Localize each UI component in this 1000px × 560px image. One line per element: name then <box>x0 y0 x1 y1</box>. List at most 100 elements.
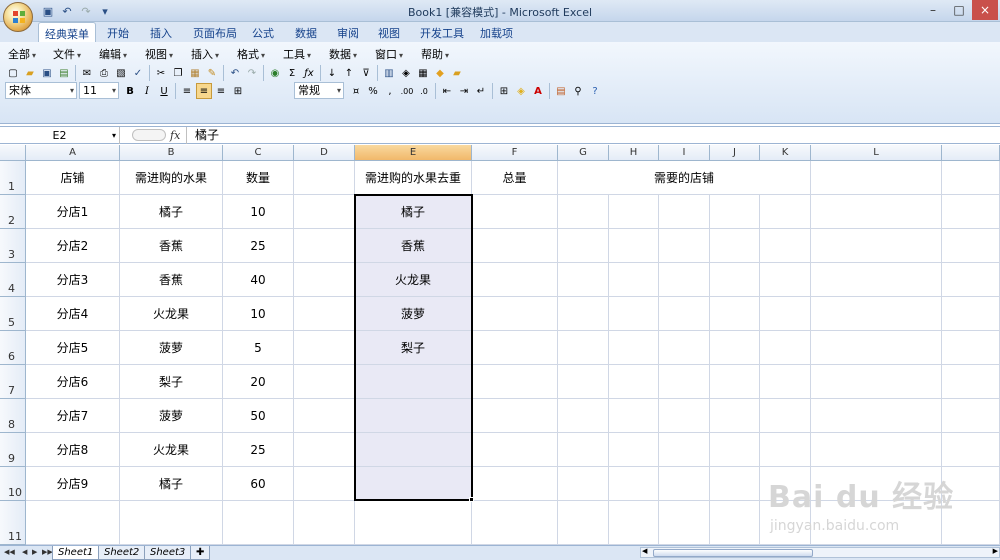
underline-icon[interactable]: U <box>156 83 172 99</box>
cell-e7[interactable] <box>355 365 472 399</box>
column-header-a[interactable]: A <box>26 145 120 161</box>
cell-c1[interactable]: 数量 <box>223 161 294 195</box>
menu-all[interactable]: 全部 ▾ <box>8 46 36 62</box>
tab-classic-menu[interactable]: 经典菜单 <box>38 22 96 43</box>
cell-d8[interactable] <box>294 399 355 433</box>
close-button[interactable]: × <box>972 0 998 20</box>
row-header-10[interactable]: 10 <box>0 467 26 501</box>
cell-a4[interactable]: 分店3 <box>26 263 120 297</box>
cell-b9[interactable]: 火龙果 <box>120 433 223 467</box>
row-header-3[interactable]: 3 <box>0 229 26 263</box>
cell-gk2[interactable] <box>558 195 811 229</box>
sheet-tab-1[interactable]: Sheet1 <box>52 546 100 560</box>
cell-c2[interactable]: 10 <box>223 195 294 229</box>
column-header-h[interactable]: H <box>609 145 659 161</box>
cell-l7[interactable] <box>811 365 942 399</box>
column-header-l[interactable]: L <box>811 145 942 161</box>
row-header-5[interactable]: 5 <box>0 297 26 331</box>
save-icon[interactable]: ▣ <box>39 65 55 81</box>
merge-center-icon[interactable]: ⊞ <box>230 83 246 99</box>
cell-f9[interactable] <box>472 433 558 467</box>
scroll-right-icon[interactable]: ▶ <box>993 547 998 555</box>
fill-handle[interactable] <box>469 497 474 502</box>
cell-d11[interactable] <box>294 501 355 545</box>
scroll-thumb[interactable] <box>653 549 813 557</box>
cell-f3[interactable] <box>472 229 558 263</box>
cell-gk8[interactable] <box>558 399 811 433</box>
increase-indent-icon[interactable]: ⇥ <box>456 83 472 99</box>
comma-icon[interactable]: , <box>382 83 398 99</box>
cell-m1[interactable] <box>942 161 1000 195</box>
cell-e8[interactable] <box>355 399 472 433</box>
row-header-9[interactable]: 9 <box>0 433 26 467</box>
redo-icon[interactable]: ↷ <box>244 65 260 81</box>
paste-icon[interactable]: ▦ <box>187 65 203 81</box>
borders-icon[interactable]: ⊞ <box>496 83 512 99</box>
maximize-button[interactable]: □ <box>946 0 972 20</box>
spelling-icon[interactable]: ✓ <box>130 65 146 81</box>
cell-m6[interactable] <box>942 331 1000 365</box>
cell-m2[interactable] <box>942 195 1000 229</box>
cell-a2[interactable]: 分店1 <box>26 195 120 229</box>
font-color-icon[interactable]: A <box>530 83 546 99</box>
function-icon[interactable]: ƒx <box>301 65 317 81</box>
cell-e4[interactable]: 火龙果 <box>355 263 472 297</box>
cell-a6[interactable]: 分店5 <box>26 331 120 365</box>
row-header-7[interactable]: 7 <box>0 365 26 399</box>
cell-e9[interactable] <box>355 433 472 467</box>
cell-a11[interactable] <box>26 501 120 545</box>
cell-c11[interactable] <box>223 501 294 545</box>
help-icon[interactable]: ? <box>587 83 603 99</box>
cell-d10[interactable] <box>294 467 355 501</box>
cell-c10[interactable]: 60 <box>223 467 294 501</box>
prev-sheet-icon[interactable]: ◀ <box>22 548 27 556</box>
highlight-icon[interactable]: ◆ <box>432 65 448 81</box>
cell-f7[interactable] <box>472 365 558 399</box>
tab-review[interactable]: 审阅 <box>337 25 359 41</box>
cell-e10[interactable] <box>355 467 472 501</box>
cell-b1[interactable]: 需进购的水果 <box>120 161 223 195</box>
formula-toggle[interactable] <box>132 129 166 141</box>
cell-e11[interactable] <box>355 501 472 545</box>
column-header-k[interactable]: K <box>760 145 811 161</box>
column-header-e[interactable]: E <box>355 145 472 161</box>
cell-f1[interactable]: 总量 <box>472 161 558 195</box>
increase-decimal-icon[interactable]: .00 <box>399 83 415 99</box>
cell-f11[interactable] <box>472 501 558 545</box>
bold-icon[interactable]: B <box>122 83 138 99</box>
menu-data[interactable]: 数据 ▾ <box>329 46 357 62</box>
cell-d2[interactable] <box>294 195 355 229</box>
select-all-corner[interactable] <box>0 145 26 161</box>
align-center-icon[interactable]: ≡ <box>196 83 212 99</box>
column-header-f[interactable]: F <box>472 145 558 161</box>
menu-window[interactable]: 窗口 ▾ <box>375 46 403 62</box>
number-format-select[interactable]: 常规 ▾ <box>294 82 344 99</box>
row-header-6[interactable]: 6 <box>0 331 26 365</box>
cell-b6[interactable]: 菠萝 <box>120 331 223 365</box>
zoom-icon[interactable]: ⚲ <box>570 83 586 99</box>
format-painter-icon[interactable]: ✎ <box>204 65 220 81</box>
cell-a9[interactable]: 分店8 <box>26 433 120 467</box>
sheet-tab-3[interactable]: Sheet3 <box>144 546 192 560</box>
cell-a3[interactable]: 分店2 <box>26 229 120 263</box>
cell-l4[interactable] <box>811 263 942 297</box>
cell-e1[interactable]: 需进购的水果去重 <box>355 161 472 195</box>
cell-a8[interactable]: 分店7 <box>26 399 120 433</box>
cell-c5[interactable]: 10 <box>223 297 294 331</box>
cell-gk9[interactable] <box>558 433 811 467</box>
row-header-1[interactable]: 1 <box>0 161 26 195</box>
permission-icon[interactable]: ▤ <box>56 65 72 81</box>
cell-b11[interactable] <box>120 501 223 545</box>
menu-tools[interactable]: 工具 ▾ <box>283 46 311 62</box>
tab-page-layout[interactable]: 页面布局 <box>193 25 237 41</box>
cell-gk5[interactable] <box>558 297 811 331</box>
column-header-d[interactable]: D <box>294 145 355 161</box>
cell-b5[interactable]: 火龙果 <box>120 297 223 331</box>
italic-icon[interactable]: I <box>139 83 155 99</box>
cell-a1[interactable]: 店铺 <box>26 161 120 195</box>
tab-home[interactable]: 开始 <box>107 25 129 41</box>
decrease-decimal-icon[interactable]: .0 <box>416 83 432 99</box>
column-header-m[interactable] <box>942 145 1000 161</box>
tab-view[interactable]: 视图 <box>378 25 400 41</box>
undo-icon[interactable]: ↶ <box>227 65 243 81</box>
